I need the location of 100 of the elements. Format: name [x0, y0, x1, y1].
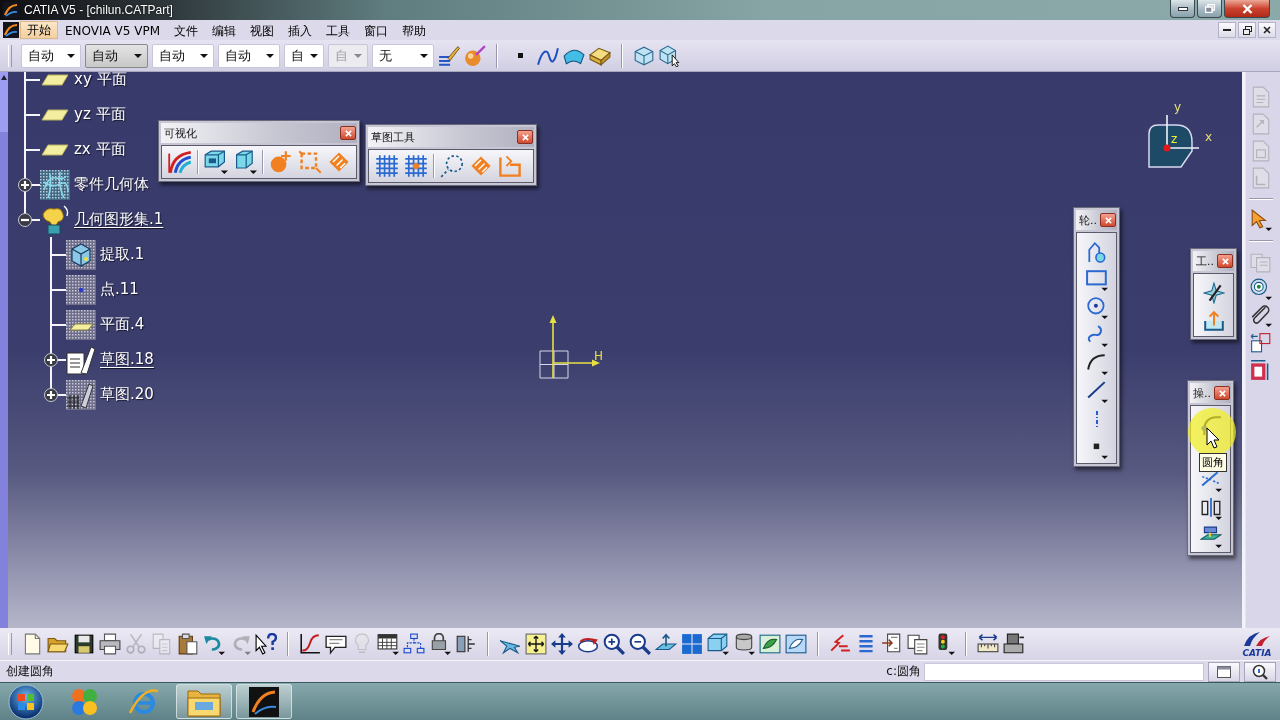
function-graph-icon[interactable] — [299, 633, 321, 655]
compass-icon[interactable] — [1148, 114, 1200, 168]
printer-icon[interactable] — [99, 633, 121, 655]
tree-item[interactable]: yz 平面 — [74, 106, 126, 123]
overlapping-squares-icon[interactable] — [1250, 332, 1272, 354]
grid-icon[interactable] — [375, 154, 399, 178]
fit-all-icon[interactable] — [525, 633, 547, 655]
collapse-icon[interactable] — [18, 213, 32, 227]
help-pointer-icon[interactable] — [255, 633, 277, 655]
tree-item[interactable]: 草图.18 — [100, 351, 154, 368]
tree-item[interactable]: 提取.1 — [100, 246, 145, 263]
exit-tray-icon[interactable] — [1202, 310, 1225, 332]
property-dropdown[interactable]: 无 — [372, 43, 434, 68]
speech-bubble-icon[interactable] — [325, 633, 347, 655]
window-button[interactable] — [1208, 661, 1240, 682]
menu-item[interactable]: 文件 — [167, 21, 206, 39]
minimize-button[interactable] — [1218, 22, 1236, 38]
close-button[interactable] — [340, 126, 356, 140]
taskbar-button[interactable] — [236, 684, 292, 719]
rectangle-icon[interactable] — [1085, 269, 1108, 291]
spline-icon[interactable] — [1085, 325, 1108, 347]
box-view-icon[interactable] — [233, 150, 257, 174]
framed-leaf-icon[interactable] — [759, 633, 781, 655]
bracket-icon[interactable] — [455, 633, 477, 655]
menu-item[interactable]: 插入 — [281, 21, 320, 39]
menu-item[interactable]: 编辑 — [205, 21, 244, 39]
shading-stripes-icon[interactable] — [168, 150, 192, 174]
expand-icon[interactable] — [44, 353, 58, 367]
target-icon[interactable] — [1250, 278, 1272, 300]
tree-item[interactable]: zx 平面 — [74, 141, 126, 158]
cylinder-icon[interactable] — [733, 633, 755, 655]
expand-icon[interactable] — [18, 178, 32, 192]
select-arrow-icon[interactable] — [1250, 209, 1272, 231]
property-dropdown[interactable]: 自动 — [218, 43, 280, 68]
framed-leaf-outline-icon[interactable] — [785, 633, 807, 655]
padlock-icon[interactable] — [429, 633, 451, 655]
arc-icon[interactable] — [1085, 353, 1108, 375]
menu-item[interactable]: 窗口 — [357, 21, 396, 39]
tree-item[interactable]: 平面.4 — [100, 316, 145, 333]
hatched-diamond-icon[interactable] — [327, 150, 351, 174]
sphere-wand-icon[interactable] — [464, 44, 486, 67]
close-button[interactable] — [1100, 213, 1116, 227]
undo-icon[interactable] — [203, 633, 225, 655]
menu-item[interactable]: ENOVIA V5 VPM — [58, 21, 168, 39]
table-icon[interactable] — [377, 633, 399, 655]
menu-item[interactable]: 开始 — [20, 21, 58, 39]
restore-button[interactable] — [1238, 22, 1256, 38]
sparkle-pen-icon[interactable] — [1202, 282, 1225, 304]
hatched-diamond-icon[interactable] — [469, 154, 493, 178]
close-button[interactable] — [1224, 0, 1270, 18]
documents-icon[interactable] — [907, 633, 929, 655]
save-icon[interactable] — [73, 633, 95, 655]
line-icon[interactable] — [1085, 381, 1108, 403]
paperclip-icon[interactable] — [1250, 305, 1272, 327]
property-dropdown[interactable]: 自动 — [21, 43, 81, 68]
tree-item[interactable]: 几何图形集.1 — [74, 211, 164, 228]
menu-item[interactable]: 帮助 — [395, 21, 434, 39]
cube-pointer-icon[interactable] — [659, 44, 681, 67]
tree-item[interactable]: 草图.20 — [100, 386, 154, 403]
mirror-icon[interactable] — [1199, 498, 1222, 520]
property-dropdown[interactable]: 自动 — [85, 43, 148, 68]
box-view-icon[interactable] — [204, 150, 228, 174]
profile-icon[interactable] — [1085, 241, 1108, 263]
ruler-icon[interactable] — [977, 633, 999, 655]
paste-icon[interactable] — [177, 633, 199, 655]
property-dropdown[interactable]: 自动 — [152, 43, 214, 68]
command-input[interactable] — [924, 662, 1204, 681]
close-button[interactable] — [1217, 254, 1233, 268]
trim-icon[interactable] — [1199, 470, 1222, 492]
maximize-button[interactable] — [1197, 0, 1222, 18]
start-orb-icon[interactable] — [8, 683, 44, 720]
menu-item[interactable]: 视图 — [243, 21, 282, 39]
dashed-circle-icon[interactable] — [440, 154, 464, 178]
expand-icon[interactable] — [44, 388, 58, 402]
circle-icon[interactable] — [1085, 297, 1108, 319]
document-arrow-icon[interactable] — [881, 633, 903, 655]
cube-icon[interactable] — [633, 44, 655, 67]
zoom-in-icon[interactable] — [603, 633, 625, 655]
close-button[interactable] — [1258, 22, 1276, 38]
grid-snap-icon[interactable] — [404, 154, 428, 178]
tree-item[interactable]: 点.11 — [100, 281, 139, 298]
tree-item[interactable]: xy 平面 — [74, 72, 127, 88]
tree-item[interactable]: 零件几何体 — [74, 176, 149, 193]
pan-arrows-icon[interactable] — [551, 633, 573, 655]
property-dropdown[interactable]: 自 — [284, 43, 324, 68]
minimize-button[interactable] — [1170, 0, 1195, 18]
close-button[interactable] — [1214, 386, 1230, 400]
zigzag-icon[interactable] — [829, 633, 851, 655]
menu-item[interactable]: 工具 — [319, 21, 358, 39]
app-icon[interactable] — [3, 22, 19, 38]
machine-icon[interactable] — [1003, 633, 1025, 655]
scrollbar[interactable] — [0, 72, 8, 628]
search-button[interactable] — [1244, 661, 1276, 682]
four-tiles-icon[interactable] — [681, 633, 703, 655]
tree-diagram-icon[interactable] — [403, 633, 425, 655]
paint-brush-icon[interactable] — [438, 44, 460, 67]
zoom-out-icon[interactable] — [629, 633, 651, 655]
close-button[interactable] — [517, 130, 533, 144]
cube-icon[interactable] — [707, 633, 729, 655]
projection-icon[interactable] — [1199, 526, 1222, 548]
